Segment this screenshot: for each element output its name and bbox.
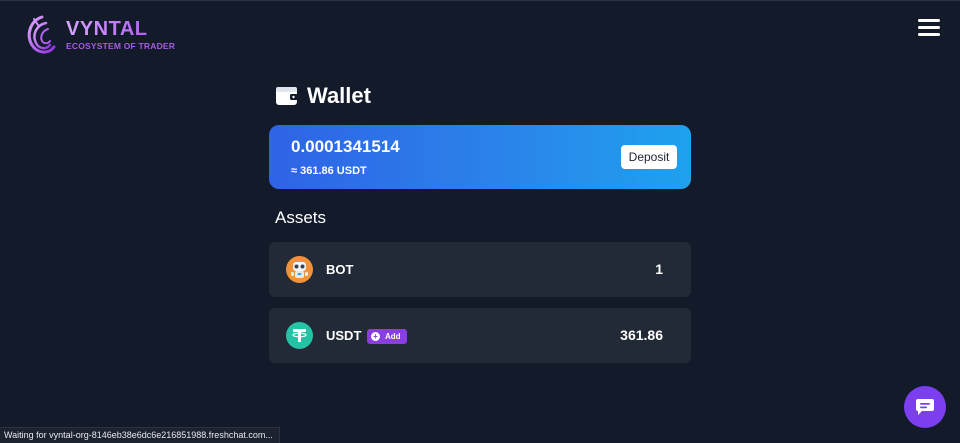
add-token-button[interactable]: + Add (367, 329, 407, 344)
wallet-icon (276, 87, 298, 105)
tether-icon (286, 322, 313, 349)
chat-bubble-icon[interactable] (904, 386, 946, 428)
asset-row-bot[interactable]: BOT 1 (269, 242, 691, 297)
plus-icon: + (371, 332, 380, 341)
asset-value: 1 (655, 261, 663, 277)
balance-card: 0.0001341514 ≈ 361.86 USDT Deposit (269, 125, 691, 189)
vyntal-logo-icon (27, 15, 56, 54)
balance-amount: 0.0001341514 (291, 137, 400, 156)
assets-heading: Assets (275, 208, 327, 227)
chat-icon (916, 399, 934, 415)
asset-name: BOT (326, 262, 354, 277)
brand-name: VYNTAL (66, 19, 175, 39)
add-badge-label: Add (385, 332, 401, 341)
page-title: Wallet (307, 83, 371, 108)
brand-tagline: ECOSYSTEM OF TRADER (66, 41, 176, 52)
page-title-row: Wallet (275, 83, 371, 109)
asset-row-usdt[interactable]: USDT + Add 361.86 (269, 308, 691, 363)
vyntal-logo[interactable]: VYNTAL ECOSYSTEM OF TRADER (24, 13, 175, 57)
balance-usdt: ≈ 361.86 USDT (291, 165, 367, 177)
hamburger-menu-icon[interactable] (918, 19, 940, 37)
wallet-page: VYNTAL ECOSYSTEM OF TRADER Wallet 0.0001… (0, 0, 960, 443)
bot-token-icon (286, 256, 313, 283)
asset-value: 361.86 (620, 327, 663, 343)
deposit-button[interactable]: Deposit (621, 145, 677, 169)
browser-status-bar: Waiting for vyntal-org-8146eb38e6dc6e216… (0, 427, 280, 443)
asset-name: USDT (326, 328, 362, 343)
